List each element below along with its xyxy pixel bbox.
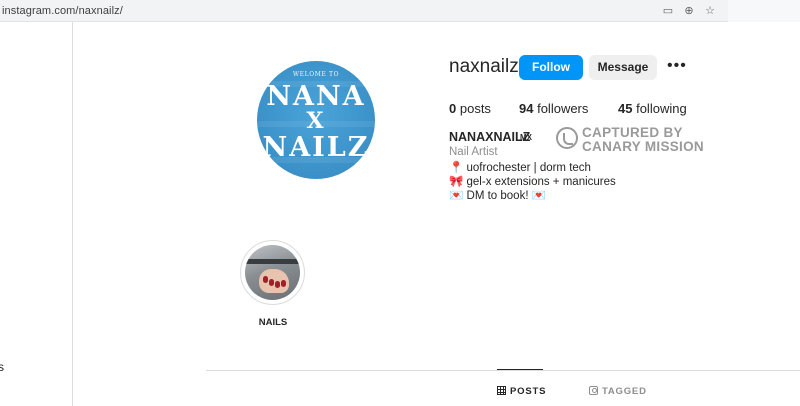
tabs-divider [206, 370, 800, 371]
posts-count-value: 0 [449, 101, 457, 116]
browser-address-bar: instagram.com/naxnailz/ ▭ ⊕ ☆ [0, 0, 800, 22]
highlight-cover-image[interactable] [245, 245, 300, 300]
bio-line: 📍 uofrochester | dorm tech [449, 162, 591, 174]
toolbar-right-area [728, 0, 800, 22]
message-button[interactable]: Message [589, 55, 657, 80]
highlight-image-nail [263, 276, 268, 283]
profile-username: naxnailz [449, 56, 519, 77]
watermark-line: CANARY MISSION [582, 139, 704, 154]
following-count-value[interactable]: 45 [618, 101, 632, 116]
highlight-label[interactable]: NAILS [243, 317, 303, 328]
story-highlight-nails[interactable] [240, 240, 305, 305]
highlight-image-nail [281, 280, 286, 287]
followers-count-value[interactable]: 94 [519, 101, 533, 116]
avatar-text-line: NAILZ [262, 132, 370, 163]
following-count[interactable]: 45 following [618, 101, 687, 116]
left-sidebar: s [0, 22, 73, 406]
bio-line: 🎀 gel-x extensions + manicures [449, 176, 616, 188]
tab-posts[interactable]: POSTS [497, 386, 546, 397]
profile-category: Nail Artist [449, 146, 498, 158]
grid-icon [497, 386, 506, 395]
following-count-label[interactable]: following [636, 101, 687, 116]
follow-button[interactable]: Follow [519, 55, 583, 80]
tab-posts-label[interactable]: POSTS [510, 386, 546, 397]
followers-count-label[interactable]: followers [537, 101, 588, 116]
url-field[interactable]: instagram.com/naxnailz/ [0, 1, 727, 21]
tab-tagged-label[interactable]: TAGGED [602, 386, 647, 397]
bio-line: 💌 DM to book! 💌 [449, 190, 547, 202]
tab-tagged[interactable]: TAGGED [589, 386, 647, 397]
avatar-welcome-text: WELOME TO [292, 71, 340, 78]
avatar-text-line: X [306, 108, 326, 134]
highlight-image-nail [275, 281, 280, 288]
profile-avatar[interactable]: WELOME TO NANA X NAILZ [257, 61, 375, 179]
posts-count: 0 posts [449, 101, 491, 116]
screen-share-icon[interactable]: ▭ [661, 4, 675, 18]
followers-count[interactable]: 94 followers [519, 101, 588, 116]
profile-pronouns: MX [520, 133, 532, 142]
active-tab-indicator [497, 369, 543, 370]
sidebar-text-fragment[interactable]: s [0, 360, 4, 374]
highlight-image-nail [269, 279, 274, 286]
watermark-line: CAPTURED BY [582, 125, 683, 140]
posts-count-label: posts [459, 101, 491, 116]
canary-mission-logo-icon [556, 127, 578, 149]
tag-icon [589, 386, 598, 395]
more-options-icon[interactable]: ••• [667, 57, 686, 75]
url-text[interactable]: instagram.com/naxnailz/ [2, 5, 123, 17]
zoom-icon[interactable]: ⊕ [682, 4, 696, 18]
highlight-image-detail [245, 259, 300, 264]
star-icon[interactable]: ☆ [703, 4, 717, 18]
profile-display-name: NANAXNAILZ [449, 130, 531, 144]
